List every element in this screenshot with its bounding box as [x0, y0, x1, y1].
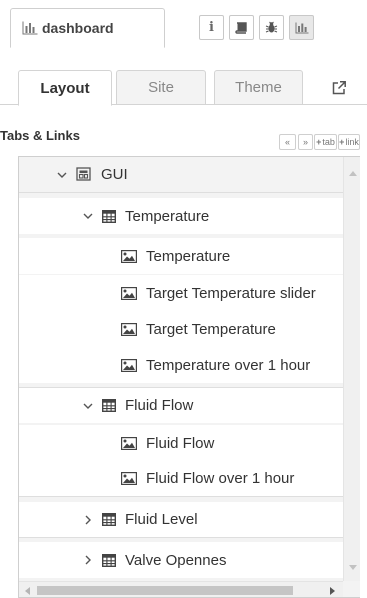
tabs-links-tree: GUI Temperature Temperature Target Tempe…: [18, 156, 360, 598]
image-icon: [121, 322, 137, 336]
scroll-right-arrow-icon[interactable]: [330, 587, 335, 595]
tree-widget[interactable]: Target Temperature slider: [19, 275, 343, 311]
chevron-right-icon[interactable]: [82, 554, 94, 566]
chevron-down-icon[interactable]: [56, 169, 68, 181]
tree-item-label: Target Temperature slider: [146, 284, 316, 302]
tab-theme[interactable]: Theme: [214, 70, 303, 105]
external-link-icon[interactable]: [331, 80, 347, 96]
dashboard-tab-icon: [76, 167, 92, 182]
tree-item-label: Temperature: [146, 247, 231, 265]
chevron-right-icon[interactable]: [82, 514, 94, 526]
tree-widget[interactable]: Fluid Flow over 1 hour: [19, 461, 343, 497]
sidebar-header: dashboard i: [0, 0, 367, 52]
horizontal-scrollbar[interactable]: [19, 581, 343, 597]
tree-group-fluid-level[interactable]: Fluid Level: [19, 502, 343, 538]
section-title: Tabs & Links: [0, 128, 80, 143]
tree-widget[interactable]: Target Temperature: [19, 311, 343, 347]
tree-item-label: Fluid Flow over 1 hour: [146, 470, 295, 487]
scroll-down-arrow-icon[interactable]: [349, 565, 357, 570]
table-icon: [102, 399, 116, 412]
help-button[interactable]: [229, 15, 254, 40]
tab-dashboard[interactable]: dashboard: [10, 8, 165, 48]
table-icon: [102, 553, 116, 567]
tree-group-valve-opennes[interactable]: Valve Opennes: [19, 542, 343, 578]
chevron-down-icon[interactable]: [82, 210, 94, 222]
add-tab-button[interactable]: + tab: [314, 134, 337, 150]
debug-button[interactable]: [259, 15, 284, 40]
tree-item-label: GUI: [101, 166, 128, 183]
tree-widget[interactable]: Temperature over 1 hour: [19, 347, 343, 383]
table-icon: [102, 513, 116, 526]
tree-item-label: Temperature: [125, 207, 210, 225]
tree-group-temperature[interactable]: Temperature: [19, 198, 343, 234]
tab-site[interactable]: Site: [116, 70, 206, 105]
tree-item-label: Fluid Flow: [125, 397, 194, 414]
image-icon: [121, 472, 137, 485]
chevron-down-icon[interactable]: [82, 400, 94, 412]
collapse-all-button[interactable]: «: [279, 134, 296, 150]
tree-item-label: Temperature over 1 hour: [146, 356, 311, 374]
scroll-up-arrow-icon[interactable]: [349, 171, 357, 176]
image-icon: [121, 286, 137, 300]
info-icon: i: [209, 20, 214, 35]
collapse-icon: «: [284, 137, 290, 147]
tree-item-label: Fluid Level: [125, 511, 198, 528]
tab-layout[interactable]: Layout: [18, 70, 112, 106]
scroll-left-arrow-icon[interactable]: [25, 587, 30, 595]
add-link-label: link: [345, 137, 359, 147]
image-icon: [121, 358, 137, 372]
tab-dashboard-label: dashboard: [42, 20, 114, 36]
image-icon: [121, 436, 137, 450]
book-icon: [235, 21, 248, 34]
bug-icon: [265, 21, 278, 34]
tree-widget[interactable]: Temperature: [19, 238, 343, 274]
image-icon: [121, 249, 137, 263]
bar-chart-icon: [295, 22, 309, 34]
add-tab-label: tab: [322, 137, 335, 147]
scrollbar-thumb[interactable]: [37, 586, 293, 595]
expand-icon: »: [302, 137, 308, 147]
tree-item-label: Valve Opennes: [125, 551, 227, 569]
tree-item-label: Fluid Flow: [146, 434, 215, 452]
tree-group-fluid-flow[interactable]: Fluid Flow: [19, 387, 343, 423]
dashboard-button[interactable]: [289, 15, 314, 40]
expand-all-button[interactable]: »: [298, 134, 313, 150]
bar-chart-icon: [22, 21, 38, 35]
table-icon: [102, 209, 116, 223]
tree-item-label: Target Temperature: [146, 320, 276, 338]
tree-item-gui[interactable]: GUI: [19, 157, 343, 193]
plus-icon: +: [339, 137, 345, 147]
plus-icon: +: [316, 137, 322, 147]
add-link-button[interactable]: + link: [338, 134, 360, 150]
info-button[interactable]: i: [199, 15, 224, 40]
vertical-scrollbar[interactable]: [343, 157, 360, 581]
tree-widget[interactable]: Fluid Flow: [19, 425, 343, 461]
